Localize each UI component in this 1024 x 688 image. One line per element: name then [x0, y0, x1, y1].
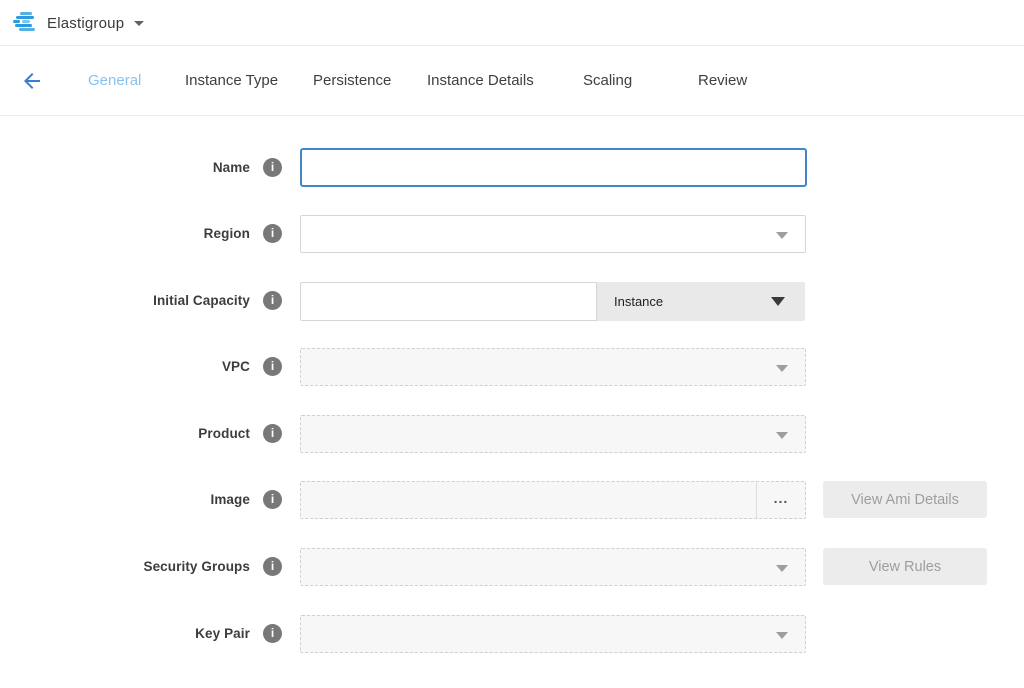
arrow-left-icon — [20, 69, 44, 93]
form-row-initial-capacity: Initial Capacity i Instance — [0, 281, 1024, 321]
chevron-down-icon — [776, 632, 788, 639]
info-icon[interactable]: i — [263, 224, 282, 243]
name-input[interactable] — [300, 148, 807, 187]
info-icon[interactable]: i — [263, 424, 282, 443]
initial-capacity-label: Initial Capacity — [0, 281, 250, 321]
region-label: Region — [0, 214, 250, 254]
info-icon[interactable]: i — [263, 291, 282, 310]
chevron-down-icon — [776, 365, 788, 372]
product-dropdown — [300, 415, 806, 453]
image-label: Image — [0, 480, 250, 520]
product-label: Product — [0, 414, 250, 454]
elastigroup-create-page: Elastigroup General Instance Type Persis… — [0, 0, 1024, 688]
capacity-unit-value: Instance — [614, 282, 663, 321]
info-icon[interactable]: i — [263, 158, 282, 177]
key-pair-dropdown — [300, 615, 806, 653]
tab-instance-type[interactable]: Instance Type — [185, 46, 278, 115]
info-icon[interactable]: i — [263, 357, 282, 376]
tab-instance-details[interactable]: Instance Details — [427, 46, 534, 115]
info-icon[interactable]: i — [263, 624, 282, 643]
form-row-product: Product i — [0, 414, 1024, 454]
chevron-down-icon — [771, 297, 785, 306]
tab-review[interactable]: Review — [698, 46, 747, 115]
security-groups-label: Security Groups — [0, 547, 250, 587]
form-row-image: Image i ... View Ami Details — [0, 480, 1024, 520]
chevron-down-icon — [776, 432, 788, 439]
view-rules-button[interactable]: View Rules — [823, 548, 987, 585]
back-button[interactable] — [20, 69, 44, 93]
general-form: Name i Region i Initial Capacity i Insta… — [0, 116, 1024, 688]
chevron-down-icon — [776, 232, 788, 239]
vpc-label: VPC — [0, 347, 250, 387]
name-label: Name — [0, 148, 250, 188]
security-groups-dropdown — [300, 548, 806, 586]
initial-capacity-input[interactable] — [300, 282, 597, 321]
form-row-region: Region i — [0, 214, 1024, 254]
info-icon[interactable]: i — [263, 490, 282, 509]
tab-persistence[interactable]: Persistence — [313, 46, 391, 115]
tab-general[interactable]: General — [88, 46, 141, 115]
browse-image-button[interactable]: ... — [757, 482, 805, 518]
product-name: Elastigroup — [47, 15, 124, 32]
vpc-dropdown — [300, 348, 806, 386]
form-row-vpc: VPC i — [0, 347, 1024, 387]
form-row-name: Name i — [0, 148, 1024, 188]
product-switcher[interactable]: Elastigroup — [12, 0, 144, 46]
region-dropdown[interactable] — [300, 215, 806, 253]
capacity-unit-dropdown[interactable]: Instance — [597, 282, 805, 321]
top-bar: Elastigroup — [0, 0, 1024, 46]
info-icon[interactable]: i — [263, 557, 282, 576]
elastigroup-logo-icon — [12, 12, 38, 34]
chevron-down-icon — [776, 565, 788, 572]
form-row-security-groups: Security Groups i View Rules — [0, 547, 1024, 587]
image-input: ... — [300, 481, 806, 519]
key-pair-label: Key Pair — [0, 614, 250, 654]
chevron-down-icon — [134, 21, 144, 26]
view-ami-details-button[interactable]: View Ami Details — [823, 481, 987, 518]
wizard-tab-bar: General Instance Type Persistence Instan… — [0, 46, 1024, 116]
tab-scaling[interactable]: Scaling — [583, 46, 632, 115]
form-row-key-pair: Key Pair i — [0, 614, 1024, 654]
